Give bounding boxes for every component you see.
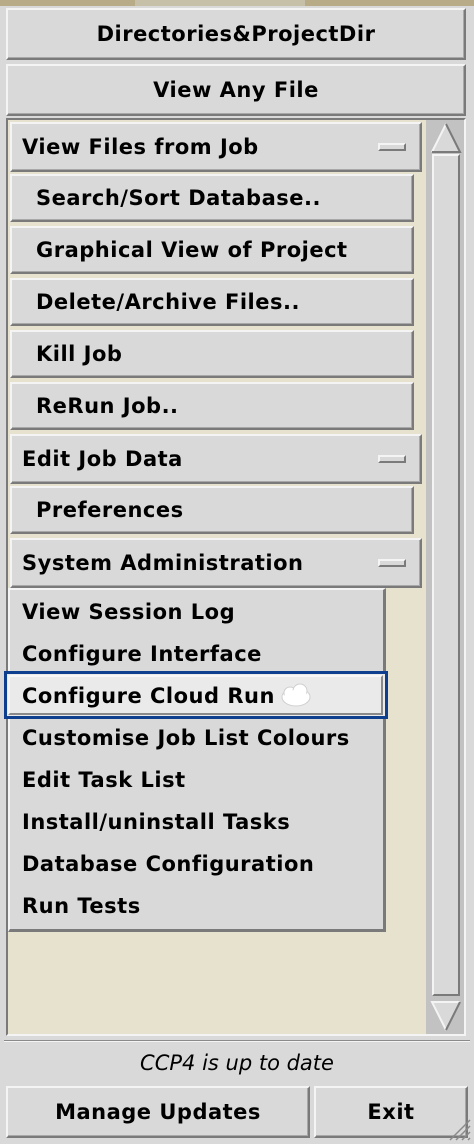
search-sort-database-button[interactable]: Search/Sort Database.. — [10, 174, 414, 222]
delete-archive-files-button[interactable]: Delete/Archive Files.. — [10, 278, 414, 326]
update-status-text: CCP4 is up to date — [140, 1051, 334, 1075]
system-administration-label: System Administration — [22, 551, 304, 575]
view-any-file-button[interactable]: View Any File — [6, 64, 466, 116]
bottom-separator — [4, 1040, 470, 1042]
menu-item-customise-job-list-colours[interactable]: Customise Job List Colours — [22, 718, 350, 758]
view-files-from-job-label: View Files from Job — [22, 135, 259, 159]
menu-item-edit-task-list[interactable]: Edit Task List — [22, 760, 186, 800]
rerun-job-button[interactable]: ReRun Job.. — [10, 382, 414, 430]
menu-item-install-uninstall-tasks[interactable]: Install/uninstall Tasks — [22, 802, 290, 842]
scroll-up-arrow-icon[interactable] — [430, 122, 462, 154]
edit-job-data-header[interactable]: Edit Job Data — [10, 434, 422, 484]
menu-item-configure-cloud-run[interactable]: Configure Cloud Run — [22, 676, 275, 716]
menu-dash-icon — [378, 455, 406, 463]
menu-item-database-configuration[interactable]: Database Configuration — [22, 844, 314, 884]
window-top-strip — [0, 0, 474, 6]
resize-grip-icon[interactable] — [446, 1116, 472, 1142]
preferences-button[interactable]: Preferences — [10, 486, 414, 534]
scroll-down-arrow-icon[interactable] — [430, 1000, 462, 1032]
menu-item-run-tests[interactable]: Run Tests — [22, 886, 141, 926]
menu-item-view-session-log[interactable]: View Session Log — [22, 592, 235, 632]
menu-dash-icon — [378, 559, 406, 567]
menu-dash-icon — [378, 143, 406, 151]
menu-item-configure-interface[interactable]: Configure Interface — [22, 634, 262, 674]
manage-updates-button[interactable]: Manage Updates — [6, 1086, 310, 1138]
view-files-from-job-header[interactable]: View Files from Job — [10, 122, 422, 172]
kill-job-button[interactable]: Kill Job — [10, 330, 414, 378]
graphical-view-project-button[interactable]: Graphical View of Project — [10, 226, 414, 274]
system-administration-header[interactable]: System Administration — [10, 538, 422, 588]
cloud-icon — [281, 683, 311, 707]
exit-button[interactable]: Exit — [314, 1086, 468, 1138]
edit-job-data-label: Edit Job Data — [22, 447, 183, 471]
directories-button[interactable]: Directories&ProjectDir — [6, 8, 466, 60]
scroll-thumb[interactable] — [432, 154, 460, 996]
